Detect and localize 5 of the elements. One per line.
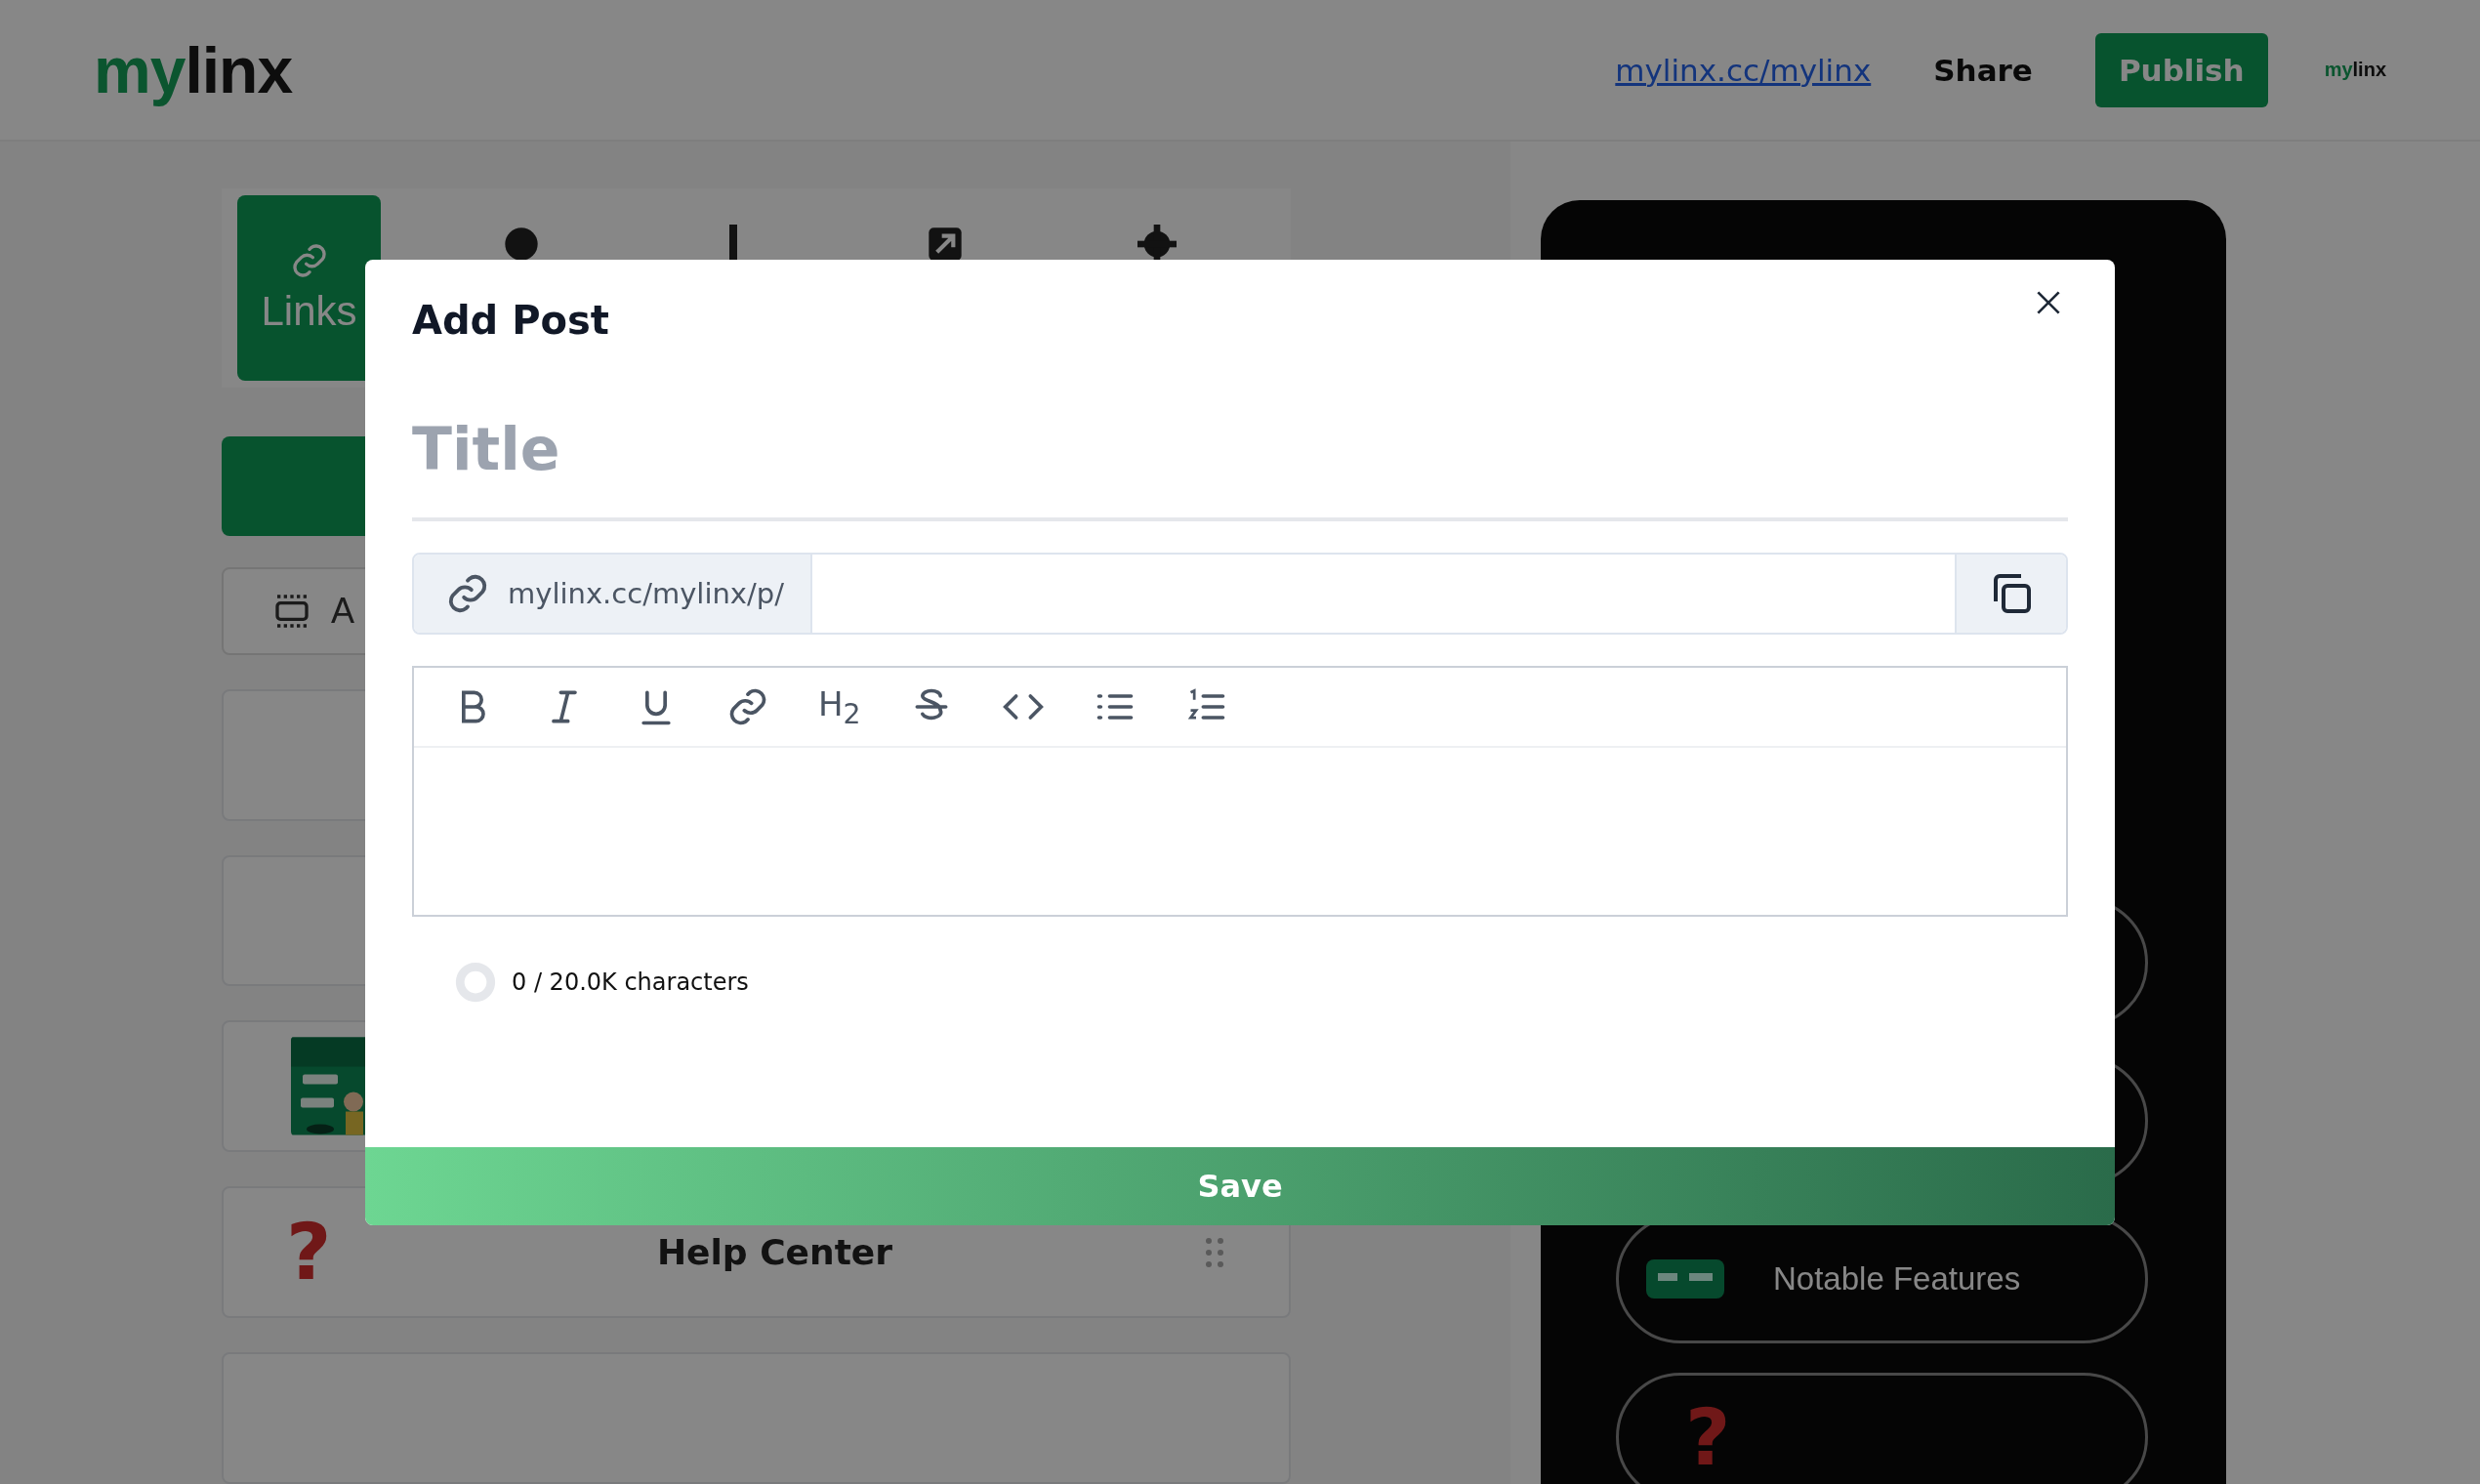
question-icon: ?	[286, 1207, 345, 1298]
question-icon: ?	[1685, 1391, 1731, 1483]
link-title: Help Center	[656, 1232, 893, 1273]
character-count: 0 / 20.0K characters	[512, 969, 749, 996]
dialog-title: Add Post	[412, 298, 609, 343]
